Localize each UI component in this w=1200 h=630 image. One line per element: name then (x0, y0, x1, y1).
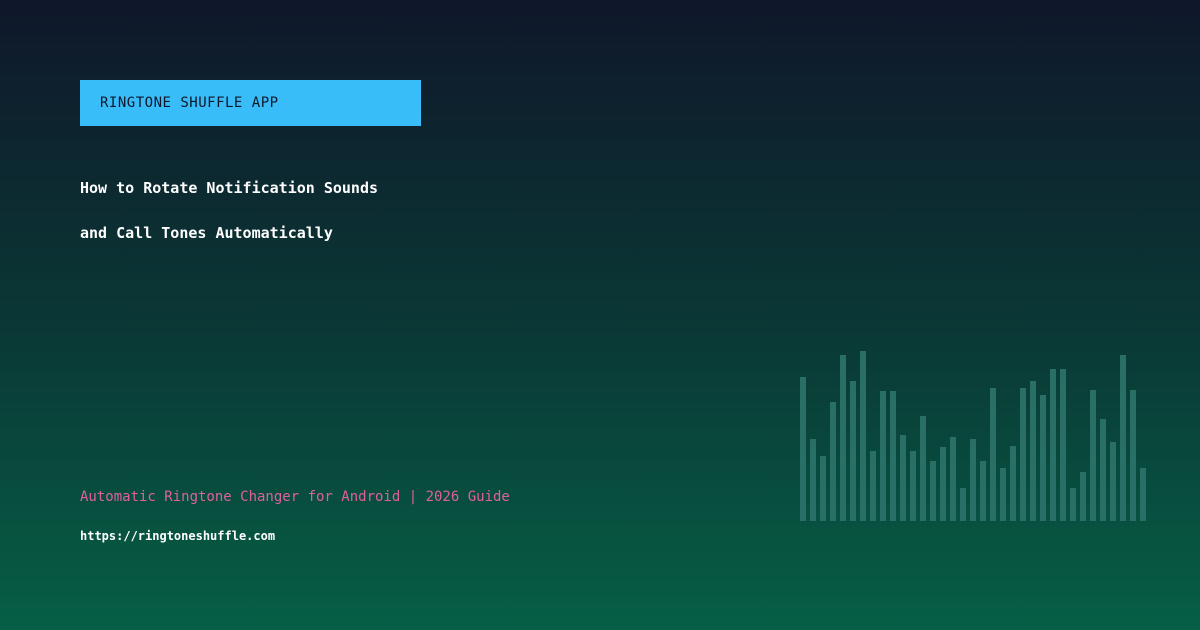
app-name-label: RINGTONE SHUFFLE APP (100, 95, 279, 111)
equalizer-bar (1080, 472, 1086, 521)
equalizer-bar (1020, 388, 1026, 521)
headline-line-1: How to Rotate Notification Sounds (80, 179, 379, 197)
equalizer-bar (810, 439, 816, 521)
equalizer-bar (980, 461, 986, 521)
equalizer-bar (930, 461, 936, 521)
equalizer-bar (1010, 446, 1016, 521)
equalizer-bar (970, 439, 976, 521)
equalizer-bar (1120, 355, 1126, 521)
equalizer-bar (910, 451, 916, 521)
equalizer-bar (880, 391, 886, 521)
app-name-badge: RINGTONE SHUFFLE APP (80, 80, 421, 126)
equalizer-bar (990, 388, 996, 521)
equalizer-bar (900, 435, 906, 521)
tagline: Automatic Ringtone Changer for Android |… (80, 489, 510, 505)
equalizer-graphic (800, 351, 1146, 521)
equalizer-bar (870, 451, 876, 521)
equalizer-bar (1130, 390, 1136, 521)
equalizer-bar (1100, 419, 1106, 521)
website-url: https://ringtoneshuffle.com (80, 529, 276, 543)
equalizer-bar (890, 391, 896, 521)
equalizer-bar (830, 402, 836, 521)
equalizer-bar (920, 416, 926, 521)
equalizer-bar (950, 437, 956, 521)
equalizer-bar (850, 381, 856, 521)
equalizer-bar (840, 355, 846, 521)
equalizer-bar (1070, 488, 1076, 521)
equalizer-bar (1140, 468, 1146, 521)
equalizer-bar (960, 488, 966, 521)
equalizer-bar (1050, 369, 1056, 521)
equalizer-bar (1000, 468, 1006, 521)
equalizer-bar (860, 351, 866, 521)
headline-line-2: and Call Tones Automatically (80, 224, 333, 242)
equalizer-bar (820, 456, 826, 521)
equalizer-bar (800, 377, 806, 521)
equalizer-bar (1030, 381, 1036, 521)
equalizer-bar (1110, 442, 1116, 521)
equalizer-bar (1090, 390, 1096, 521)
equalizer-bar (1060, 369, 1066, 521)
equalizer-bar (1040, 395, 1046, 521)
equalizer-bar (940, 447, 946, 521)
